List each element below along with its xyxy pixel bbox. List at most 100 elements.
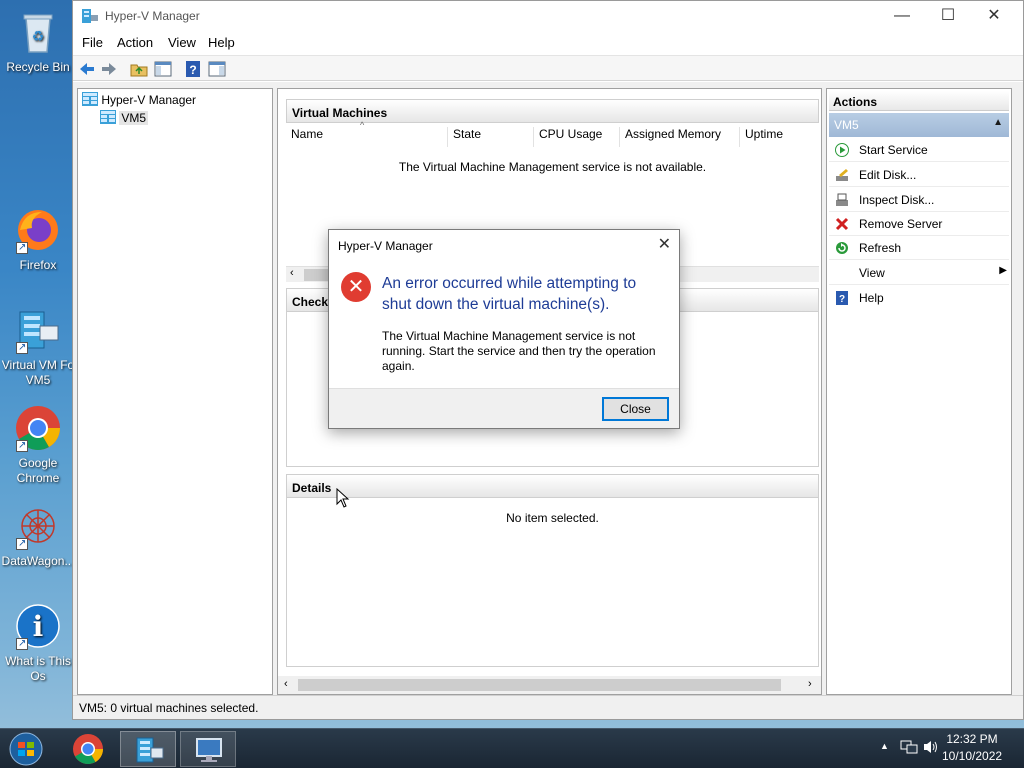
desktop-icon-label: Google Chrome — [16, 456, 60, 485]
clock-date[interactable]: 10/10/2022 — [942, 749, 1002, 763]
clock-time[interactable]: 12:32 PM — [942, 732, 1002, 746]
vm-connection-icon — [196, 738, 222, 762]
actions-header: Actions — [829, 91, 1009, 111]
desktop-icon-recycle-bin[interactable]: ♻ Recycle Bin — [0, 8, 76, 75]
svg-text:?: ? — [839, 294, 845, 305]
remove-icon — [835, 217, 849, 231]
desktop-icon-label: Recycle Bin — [6, 60, 70, 74]
console-tree: Hyper-V Manager VM5 — [77, 88, 273, 695]
forward-arrow-icon[interactable] — [99, 59, 119, 79]
edit-disk-icon — [835, 168, 849, 182]
menu-file[interactable]: File — [82, 35, 103, 50]
hyperv-vm-icon — [14, 306, 62, 355]
menu-view[interactable]: View — [168, 35, 196, 50]
vm-empty-message: The Virtual Machine Management service i… — [398, 160, 707, 174]
show-hidden-icons-icon[interactable]: ▲ — [880, 741, 889, 751]
refresh-icon — [835, 241, 849, 255]
error-headline: An error occurred while attempting to sh… — [382, 275, 637, 313]
collapse-arrow-icon[interactable]: ▲ — [993, 117, 1003, 128]
network-icon[interactable] — [900, 739, 918, 758]
desktop-icon-label: What is This Os — [5, 654, 71, 683]
action-view[interactable]: View ▶ — [829, 261, 1009, 285]
dialog-title: Hyper-V Manager — [338, 239, 433, 253]
action-edit-disk[interactable]: Edit Disk... — [829, 163, 1009, 187]
windows-logo-icon — [9, 732, 43, 766]
error-dialog: Hyper-V Manager ✕ ✕ An error occurred wh… — [328, 229, 680, 429]
hyperv-app-icon — [82, 9, 98, 23]
action-refresh[interactable]: Refresh — [829, 236, 1009, 260]
recycle-bin-icon: ♻ — [14, 8, 62, 56]
show-hide-console-tree-icon[interactable] — [153, 59, 173, 79]
action-help[interactable]: ? Help — [829, 286, 1009, 310]
column-header-state[interactable]: State — [448, 127, 534, 147]
actions-group-label: VM5 — [834, 118, 859, 132]
action-start-service[interactable]: Start Service — [829, 138, 1009, 162]
status-bar: VM5: 0 virtual machines selected. — [73, 695, 1023, 719]
show-hide-action-pane-icon[interactable] — [207, 59, 227, 79]
start-button[interactable] — [0, 731, 52, 767]
tree-item-label: Hyper-V Manager — [101, 93, 197, 107]
desktop-icon-label: Firefox — [19, 258, 57, 272]
back-arrow-icon[interactable] — [77, 59, 97, 79]
details-panel: No item selected. — [286, 497, 819, 667]
desktop-icon-what-is-this-os[interactable]: i What is This Os — [0, 602, 76, 684]
shortcut-arrow-icon — [16, 240, 28, 255]
minimize-button[interactable]: — — [879, 1, 925, 31]
tree-item-hyperv-manager[interactable]: Hyper-V Manager — [82, 92, 196, 107]
taskbar-vm-connection[interactable] — [180, 731, 236, 767]
desktop-icon-google-chrome[interactable]: Google Chrome — [0, 404, 76, 486]
desktop-icon-virtual-vm[interactable]: Virtual VM Fo VM5 — [0, 306, 76, 388]
server-icon — [100, 110, 116, 124]
datawagon-icon — [14, 502, 62, 551]
chrome-icon — [73, 734, 103, 765]
menu-help[interactable]: Help — [208, 35, 235, 50]
toolbar: ? — [73, 55, 1023, 81]
desktop-icon-label: DataWagon... — [1, 554, 75, 568]
column-header-cpu-usage[interactable]: CPU Usage — [534, 127, 620, 147]
action-remove-server[interactable]: Remove Server — [829, 212, 1009, 236]
start-icon — [835, 143, 849, 157]
actions-pane: Actions VM5 ▲ Start Service Edit Disk...… — [826, 88, 1012, 695]
window-title: Hyper-V Manager — [105, 9, 200, 23]
column-header-uptime[interactable]: Uptime — [740, 127, 818, 147]
actions-group-vm5[interactable]: VM5 ▲ — [829, 113, 1009, 137]
mouse-cursor-icon — [336, 488, 350, 508]
error-icon: ✕ — [341, 272, 371, 302]
maximize-button[interactable]: ☐ — [925, 1, 971, 31]
hyperv-manager-icon — [82, 92, 98, 106]
taskbar-chrome[interactable] — [60, 731, 116, 767]
close-window-button[interactable]: ✕ — [971, 1, 1017, 31]
up-folder-icon[interactable] — [129, 59, 149, 79]
details-header: Details — [286, 474, 819, 498]
menu-action[interactable]: Action — [117, 35, 153, 50]
desktop-icon-datawagon[interactable]: DataWagon... — [0, 502, 76, 569]
action-inspect-disk[interactable]: Inspect Disk... — [829, 188, 1009, 212]
shortcut-arrow-icon — [16, 340, 28, 355]
scroll-right-icon[interactable]: › — [808, 678, 812, 690]
desktop-icon-firefox[interactable]: Firefox — [0, 206, 76, 273]
dialog-footer: Close — [329, 388, 679, 428]
tree-item-vm5[interactable]: VM5 — [100, 110, 149, 125]
inspect-disk-icon — [835, 193, 849, 207]
taskbar-hyperv-manager[interactable] — [120, 731, 176, 767]
scroll-left-icon[interactable]: ‹ — [290, 267, 294, 279]
column-header-assigned-memory[interactable]: Assigned Memory — [620, 127, 740, 147]
column-header-name[interactable]: Name — [286, 127, 448, 147]
menu-bar: File Action View Help — [73, 32, 1023, 54]
help-toolbar-icon[interactable]: ? — [183, 59, 203, 79]
shortcut-arrow-icon — [16, 636, 28, 651]
scrollbar-thumb[interactable] — [298, 679, 781, 691]
taskbar: ▲ 12:32 PM 10/10/2022 — [0, 728, 1024, 768]
close-button[interactable]: Close — [602, 397, 669, 421]
tree-item-label: VM5 — [119, 111, 149, 125]
desktop-icon-label: Virtual VM Fo VM5 — [1, 358, 75, 387]
dialog-close-icon[interactable]: ✕ — [658, 234, 671, 254]
details-empty-message: No item selected. — [506, 511, 599, 525]
volume-icon[interactable] — [922, 739, 940, 758]
submenu-arrow-icon: ▶ — [999, 265, 1007, 276]
title-bar[interactable]: Hyper-V Manager — ☐ ✕ — [73, 1, 1023, 31]
svg-text:♻: ♻ — [32, 28, 45, 44]
scroll-left-icon[interactable]: ‹ — [284, 678, 288, 690]
center-horizontal-scrollbar[interactable]: ‹ › — [278, 676, 821, 694]
error-message: The Virtual Machine Management service i… — [382, 329, 656, 373]
